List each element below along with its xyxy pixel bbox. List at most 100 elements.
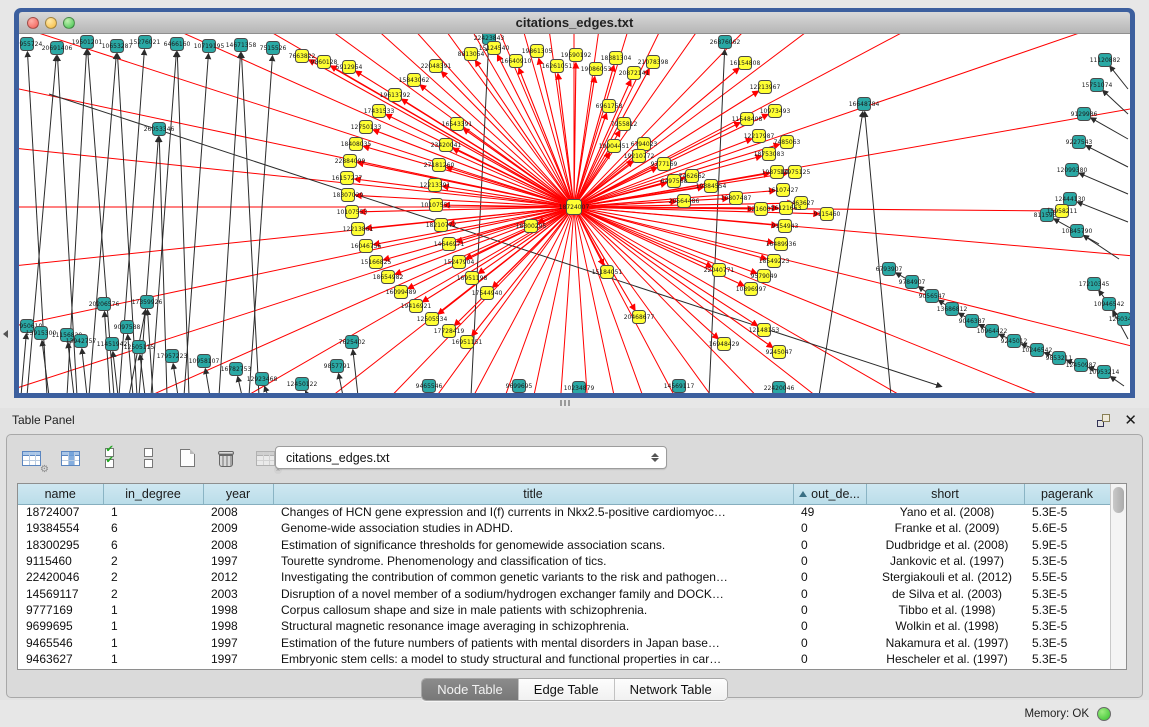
table-cell[interactable]: Genome-wide association studies in ADHD. xyxy=(273,520,793,536)
table-cell[interactable]: 1 xyxy=(103,602,203,618)
table-row[interactable]: 1872400712008Changes of HCN gene express… xyxy=(18,504,1110,520)
table-cell[interactable]: Structural magnetic resonance image aver… xyxy=(273,618,793,634)
table-cell[interactable]: Disruption of a novel member of a sodium… xyxy=(273,585,793,601)
table-cell[interactable]: 5.3E-5 xyxy=(1024,618,1110,634)
column-header-in-degree[interactable]: in_degree xyxy=(103,484,203,504)
table-cell[interactable]: 1997 xyxy=(203,553,273,569)
scrollbar-thumb[interactable] xyxy=(1113,487,1124,513)
table-cell[interactable]: 2012 xyxy=(203,569,273,585)
column-header-pagerank[interactable]: pagerank xyxy=(1024,484,1110,504)
table-cell[interactable]: 5.5E-5 xyxy=(1024,569,1110,585)
graph-edge-black[interactable] xyxy=(1086,146,1128,167)
graph-edge-red[interactable] xyxy=(19,71,574,207)
table-cell[interactable]: 5.3E-5 xyxy=(1024,651,1110,667)
table-cell[interactable]: 0 xyxy=(793,602,866,618)
graph-edge-red[interactable] xyxy=(331,66,574,207)
graph-edge-black[interactable] xyxy=(238,377,242,393)
table-cell[interactable]: 5.6E-5 xyxy=(1024,520,1110,536)
table-cell[interactable]: 2 xyxy=(103,585,203,601)
table-cell[interactable]: 22420046 xyxy=(18,569,103,585)
table-cell[interactable]: 9463627 xyxy=(18,651,103,667)
graph-edge-red[interactable] xyxy=(574,207,1130,393)
graph-edge-black[interactable] xyxy=(139,137,158,393)
table-cell[interactable]: 1998 xyxy=(203,602,273,618)
table-cell[interactable]: Investigating the contribution of common… xyxy=(273,569,793,585)
table-cell[interactable]: 5.9E-5 xyxy=(1024,537,1110,553)
graph-edge-black[interactable] xyxy=(219,53,240,393)
table-row[interactable]: 1830029562008Estimation of significance … xyxy=(18,537,1110,553)
column-header-short[interactable]: short xyxy=(866,484,1024,504)
table-cell[interactable]: 1 xyxy=(103,634,203,650)
table-cell[interactable]: 9115460 xyxy=(18,553,103,569)
graph-edge-red[interactable] xyxy=(574,207,1130,393)
graph-edge-black[interactable] xyxy=(265,387,268,393)
memory-indicator-icon[interactable] xyxy=(1097,707,1111,721)
table-cell[interactable]: 0 xyxy=(793,618,866,634)
close-panel-icon[interactable]: ✕ xyxy=(1124,413,1137,428)
table-scrollbar[interactable] xyxy=(1110,484,1126,669)
table-cell[interactable]: Nakamura et al. (1997) xyxy=(866,634,1024,650)
table-cell[interactable]: Corpus callosum shape and size in male p… xyxy=(273,602,793,618)
graph-edge-red[interactable] xyxy=(358,163,574,207)
table-cell[interactable]: 1 xyxy=(103,504,203,520)
table-cell[interactable]: 2008 xyxy=(203,537,273,553)
graph-edge-black[interactable] xyxy=(151,52,176,393)
graph-edge-black[interactable] xyxy=(205,369,210,393)
table-row[interactable]: 2242004622012Investigating the contribut… xyxy=(18,569,1110,585)
graph-edge-black[interactable] xyxy=(148,310,153,393)
graph-edge-black[interactable] xyxy=(21,334,26,393)
graph-edge-black[interactable] xyxy=(27,56,56,393)
column-header-out-de-[interactable]: out_de... xyxy=(793,484,866,504)
table-cell[interactable]: Estimation of significance thresholds fo… xyxy=(273,537,793,553)
table-cell[interactable]: 0 xyxy=(793,585,866,601)
table-cell[interactable]: 19384554 xyxy=(18,520,103,536)
graph-edge-black[interactable] xyxy=(1103,90,1128,114)
graph-edge-black[interactable] xyxy=(177,52,189,393)
table-cell[interactable]: Wolkin et al. (1998) xyxy=(866,618,1024,634)
network-canvas[interactable]: 1395572420691406195012011065328715276021… xyxy=(19,34,1130,393)
table-cell[interactable]: Tourette syndrome. Phenomenology and cla… xyxy=(273,553,793,569)
table-selector-dropdown[interactable]: citations_edges.txt xyxy=(275,446,667,469)
graph-edge-black[interactable] xyxy=(49,94,941,387)
table-cell[interactable]: 1 xyxy=(103,651,203,667)
graph-edge-red[interactable] xyxy=(574,207,1019,393)
table-cell[interactable]: 1998 xyxy=(203,618,273,634)
table-cell[interactable]: 5.3E-5 xyxy=(1024,553,1110,569)
table-cell[interactable]: Hescheler et al. (1997) xyxy=(866,651,1024,667)
graph-edge-red[interactable] xyxy=(574,207,1130,393)
graph-edge-red[interactable] xyxy=(574,207,635,310)
graph-edge-red[interactable] xyxy=(373,130,574,207)
select-all-icon[interactable]: ✔ ✔ xyxy=(95,445,123,471)
graph-edge-black[interactable] xyxy=(353,350,358,393)
graph-edge-black[interactable] xyxy=(184,54,208,393)
graph-edge-black[interactable] xyxy=(819,112,863,393)
tab-node-table[interactable]: Node Table xyxy=(422,679,519,700)
table-cell[interactable]: 14569117 xyxy=(18,585,103,601)
column-header-title[interactable]: title xyxy=(273,484,793,504)
table-cell[interactable]: 6 xyxy=(103,537,203,553)
column-header-name[interactable]: name xyxy=(18,484,103,504)
table-row[interactable]: 1938455462009Genome-wide association stu… xyxy=(18,520,1110,536)
table-cell[interactable]: 18724007 xyxy=(18,504,103,520)
table-cell[interactable]: 2 xyxy=(103,553,203,569)
table-row[interactable]: 1456911722003Disruption of a novel membe… xyxy=(18,585,1110,601)
unselect-all-icon[interactable] xyxy=(134,445,162,471)
graph-edge-black[interactable] xyxy=(82,349,87,393)
graph-edge-black[interactable] xyxy=(173,364,178,393)
table-cell[interactable]: 5.3E-5 xyxy=(1024,634,1110,650)
table-cell[interactable]: 0 xyxy=(793,520,866,536)
table-cell[interactable]: 9777169 xyxy=(18,602,103,618)
table-options-icon[interactable]: ⚙ xyxy=(17,445,45,471)
tab-edge-table[interactable]: Edge Table xyxy=(519,679,615,700)
table-row[interactable]: 946554611997Estimation of the future num… xyxy=(18,634,1110,650)
table-cell[interactable]: 0 xyxy=(793,651,866,667)
delete-columns-icon[interactable] xyxy=(212,445,240,471)
graph-edge-black[interactable] xyxy=(1077,202,1128,222)
new-table-icon[interactable] xyxy=(173,445,201,471)
table-cell[interactable]: Tibbo et al. (1998) xyxy=(866,602,1024,618)
table-cell[interactable]: 2003 xyxy=(203,585,273,601)
table-cell[interactable]: 1 xyxy=(103,618,203,634)
float-panel-icon[interactable] xyxy=(1097,414,1110,427)
table-cell[interactable]: 9699695 xyxy=(18,618,103,634)
table-cell[interactable]: Embryonic stem cells: a model to study s… xyxy=(273,651,793,667)
